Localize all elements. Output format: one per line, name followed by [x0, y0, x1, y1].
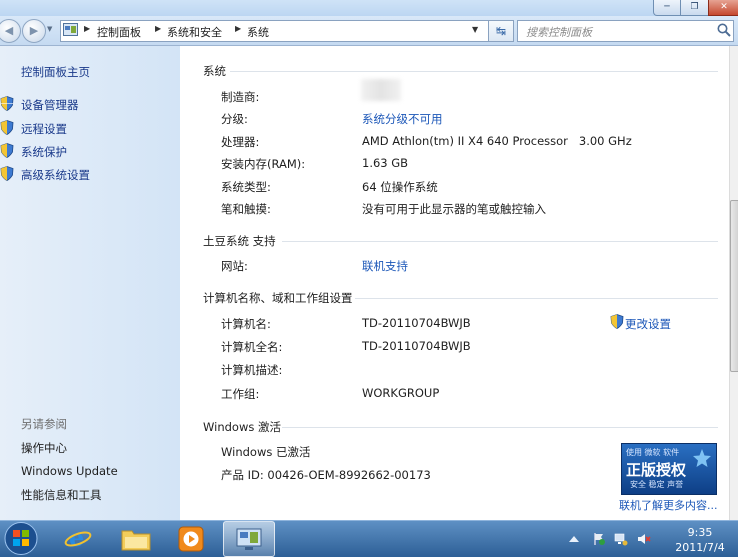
title-bar	[0, 0, 738, 16]
genuine-badge-sub: 安全 稳定 声誉	[630, 480, 684, 489]
minimize-button[interactable]: ─	[653, 0, 681, 16]
taskbar-control-panel-button[interactable]	[223, 521, 275, 557]
forward-button[interactable]: ▶	[22, 19, 46, 43]
manufacturer-label: 制造商:	[221, 90, 260, 104]
breadcrumb-separator-icon[interactable]: ▶	[155, 24, 161, 33]
sidebar-link-performance[interactable]: 性能信息和工具	[21, 487, 102, 503]
breadcrumb-separator-icon[interactable]: ▶	[84, 24, 90, 33]
computer-name-value: TD-20110704BWJB	[362, 316, 471, 330]
folder-icon	[121, 530, 151, 551]
show-hidden-icons-icon[interactable]	[568, 534, 580, 544]
computer-description-label: 计算机描述:	[221, 363, 283, 377]
website-label: 网站:	[221, 259, 248, 273]
learn-more-link[interactable]: 联机了解更多内容...	[619, 497, 718, 513]
processor-label: 处理器:	[221, 135, 260, 149]
network-icon[interactable]	[614, 532, 628, 546]
sidebar-link-action-center[interactable]: 操作中心	[21, 440, 67, 456]
shield-icon	[0, 120, 14, 135]
close-button[interactable]: ✕	[708, 0, 738, 16]
genuine-badge-top: 使用 微软 软件	[626, 448, 680, 457]
processor-value: AMD Athlon(tm) II X4 640 Processor 3.00 …	[362, 134, 632, 148]
full-computer-name-value: TD-20110704BWJB	[362, 339, 471, 353]
section-divider	[355, 298, 718, 299]
sidebar-item-device-manager[interactable]: 设备管理器	[21, 97, 79, 113]
sidebar-item-advanced-settings[interactable]: 高级系统设置	[21, 167, 90, 183]
ram-value: 1.63 GB	[362, 156, 409, 170]
breadcrumb-separator-icon[interactable]: ▶	[235, 24, 241, 33]
sidebar-link-windows-update[interactable]: Windows Update	[21, 464, 118, 478]
clock-date: 2011/7/4	[675, 541, 725, 554]
rating-link[interactable]: 系统分级不可用	[362, 111, 443, 127]
media-player-icon	[178, 526, 204, 552]
section-title-support: 土豆系统 支持	[203, 234, 276, 248]
volume-muted-icon[interactable]	[637, 532, 651, 546]
shield-icon	[0, 96, 14, 111]
online-support-link[interactable]: 联机支持	[362, 258, 408, 274]
manufacturer-logo-redacted	[361, 79, 401, 101]
genuine-badge-main: 正版授权	[626, 461, 687, 479]
ram-label: 安装内存(RAM):	[221, 157, 306, 171]
section-divider	[230, 71, 718, 72]
shield-icon	[0, 166, 14, 181]
computer-name-label: 计算机名:	[221, 317, 271, 331]
breadcrumb-system-security[interactable]: 系统和安全	[167, 24, 222, 40]
star-icon	[693, 449, 711, 467]
activation-status: Windows 已激活	[221, 445, 311, 459]
breadcrumb-control-panel[interactable]: 控制面板	[97, 24, 141, 40]
see-also-heading: 另请参阅	[21, 417, 67, 431]
search-placeholder[interactable]: 搜索控制面板	[526, 24, 592, 40]
recent-pages-dropdown[interactable]: ▼	[47, 25, 55, 35]
taskbar-media-player-button[interactable]	[166, 521, 218, 555]
control-panel-icon	[236, 528, 262, 550]
taskbar-ie-button[interactable]: e	[52, 521, 104, 555]
system-type-label: 系统类型:	[221, 180, 271, 194]
shield-icon	[610, 314, 624, 329]
control-panel-icon	[63, 23, 78, 36]
section-title-activation: Windows 激活	[203, 420, 281, 434]
system-type-value: 64 位操作系统	[362, 180, 438, 194]
scrollbar-thumb[interactable]	[730, 200, 738, 372]
pen-touch-value: 没有可用于此显示器的笔或触控输入	[362, 202, 546, 216]
section-divider	[282, 241, 718, 242]
search-icon[interactable]	[716, 22, 732, 38]
section-title-system: 系统	[203, 64, 226, 78]
sidebar-home-link[interactable]: 控制面板主页	[21, 64, 90, 80]
rating-label: 分级:	[221, 112, 248, 126]
address-dropdown-icon[interactable]: ▼	[472, 25, 478, 34]
shield-icon	[0, 143, 14, 158]
workgroup-label: 工作组:	[221, 387, 260, 401]
svg-text:e: e	[69, 525, 84, 551]
taskbar-clock[interactable]: 9:35 2011/7/4	[670, 525, 730, 555]
start-button-icon[interactable]	[3, 521, 39, 556]
pen-touch-label: 笔和触摸:	[221, 202, 271, 216]
internet-explorer-icon: e	[64, 525, 92, 551]
taskbar-explorer-button[interactable]	[110, 521, 162, 555]
refresh-button[interactable]: ↹	[488, 20, 514, 42]
full-computer-name-label: 计算机全名:	[221, 340, 283, 354]
sidebar-item-remote-settings[interactable]: 远程设置	[21, 121, 67, 137]
breadcrumb-system[interactable]: 系统	[247, 24, 269, 40]
maximize-button[interactable]: ❐	[680, 0, 709, 16]
change-settings-link[interactable]: 更改设置	[625, 316, 671, 332]
sidebar-item-system-protection[interactable]: 系统保护	[21, 144, 67, 160]
genuine-badge[interactable]: 使用 微软 软件 正版授权 安全 稳定 声誉	[621, 443, 717, 495]
action-center-flag-icon[interactable]	[592, 532, 606, 546]
section-divider	[282, 427, 718, 428]
section-title-computer: 计算机名称、域和工作组设置	[203, 291, 353, 305]
clock-time: 9:35	[687, 526, 713, 539]
workgroup-value: WORKGROUP	[362, 386, 440, 400]
product-id: 产品 ID: 00426-OEM-8992662-00173	[221, 468, 431, 482]
